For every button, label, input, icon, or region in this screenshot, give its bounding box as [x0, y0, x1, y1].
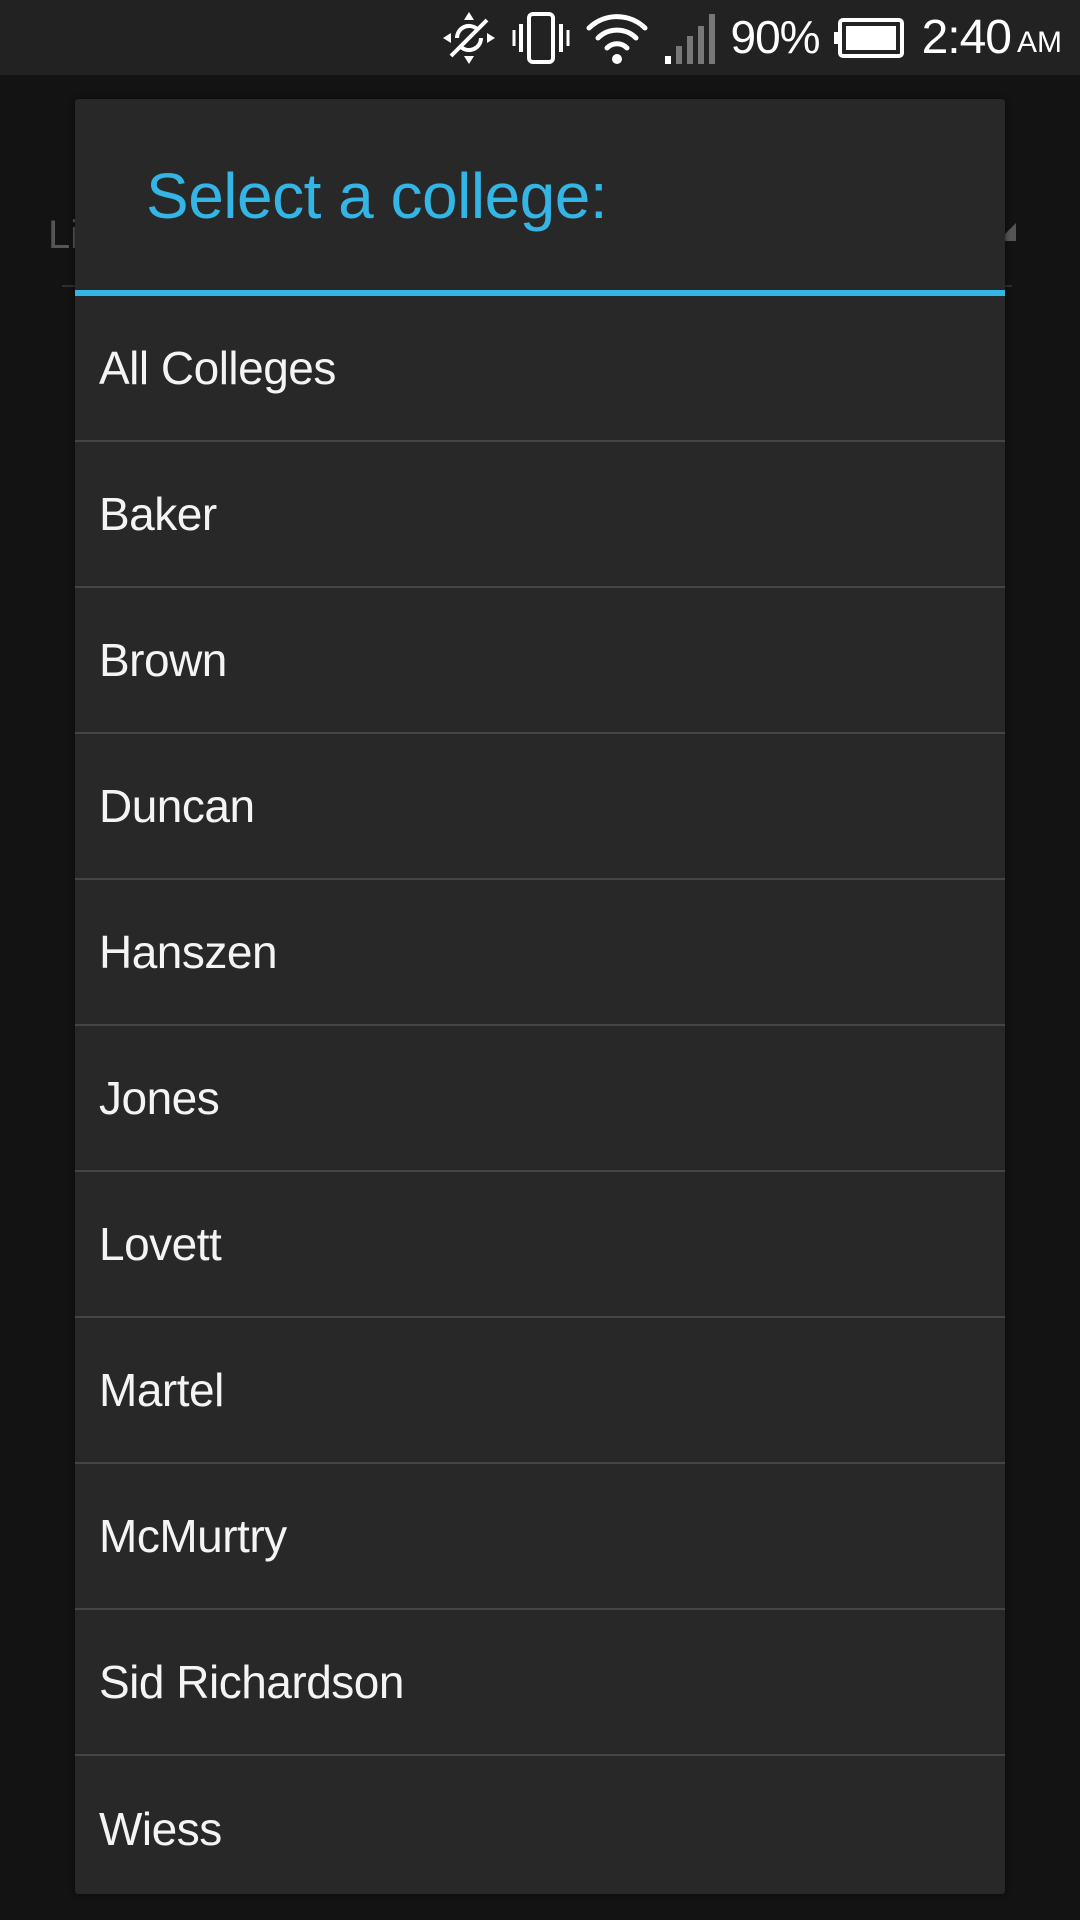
list-item-mcmurtry[interactable]: McMurtry — [75, 1464, 1005, 1610]
cell-signal-icon — [663, 0, 719, 75]
clock-ampm: AM — [1017, 26, 1062, 59]
list-item-sid-richardson[interactable]: Sid Richardson — [75, 1610, 1005, 1756]
dialog-header: Select a college: — [75, 99, 1005, 290]
list-item-hanszen[interactable]: Hanszen — [75, 880, 1005, 1026]
sync-disabled-icon — [441, 0, 497, 75]
wifi-icon — [585, 0, 649, 75]
status-bar: 90% 2:40 AM — [0, 0, 1080, 75]
list-item-all-colleges[interactable]: All Colleges — [75, 296, 1005, 442]
list-item-baker[interactable]: Baker — [75, 442, 1005, 588]
clock-time: 2:40 — [921, 11, 1012, 64]
list-item-lovett[interactable]: Lovett — [75, 1172, 1005, 1318]
dialog-title: Select a college: — [146, 160, 608, 232]
college-select-dialog: Select a college: All Colleges Baker Bro… — [75, 99, 1005, 1894]
battery-icon — [833, 0, 904, 75]
list-item-martel[interactable]: Martel — [75, 1318, 1005, 1464]
list-item-jones[interactable]: Jones — [75, 1026, 1005, 1172]
list-item-brown[interactable]: Brown — [75, 588, 1005, 734]
battery-percent: 90% — [730, 11, 821, 63]
college-list: All Colleges Baker Brown Duncan Hanszen … — [75, 296, 1005, 1894]
list-item-duncan[interactable]: Duncan — [75, 734, 1005, 880]
list-item-wiess[interactable]: Wiess — [75, 1756, 1005, 1894]
vibrate-icon — [511, 0, 571, 75]
